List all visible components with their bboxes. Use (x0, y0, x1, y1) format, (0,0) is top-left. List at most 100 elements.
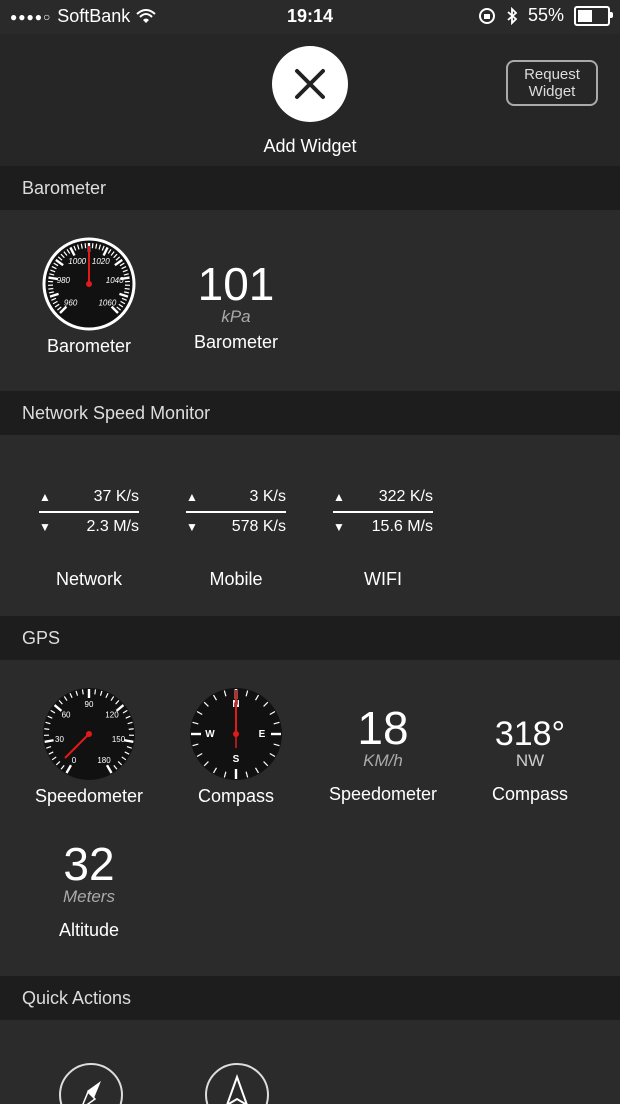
gauge-hub (233, 731, 239, 737)
widget-label: Compass (197, 786, 275, 806)
gauge-tick (44, 739, 54, 743)
compass-needle-icon (82, 1081, 101, 1104)
network-section-header: Network Speed Monitor (0, 391, 620, 435)
altitude-widget[interactable]: 32 Meters Altitude (16, 840, 162, 941)
speed-readout: ▲ 3 K/s ▼ 578 K/s (186, 485, 286, 539)
network-speed-widget[interactable]: ▲ 37 K/s ▼ 2.3 M/s Network (16, 485, 162, 590)
altitude-value: 32 (63, 838, 115, 890)
add-widget-label: Add Widget (263, 136, 357, 156)
request-widget-button[interactable]: Request Widget (506, 60, 598, 106)
gauge-tick (48, 287, 54, 290)
widget-label: Altitude (58, 920, 120, 940)
widget-label: WIFI (364, 569, 402, 589)
widget-label: Barometer (193, 332, 279, 352)
gauge-tick-label: 1040 (106, 276, 124, 285)
speedometer-gauge-icon: 0 30 60 90 120 150 180 (43, 688, 135, 780)
compass-letter: E (259, 729, 266, 740)
gauge-tick (44, 728, 50, 730)
mobile-speed-widget[interactable]: ▲ 3 K/s ▼ 578 K/s Mobile (163, 485, 309, 590)
pressure-unit: kPa (221, 307, 251, 326)
gauge-tick-label: 60 (62, 711, 71, 720)
barometer-section: 960 980 1000 1020 1040 1060 Barometer 101 kPa… (0, 210, 620, 390)
section-title: Barometer (22, 178, 107, 198)
widget-label: Network (55, 569, 122, 589)
download-speed: 2.3 M/s (86, 518, 139, 535)
gauge-tick-label: 960 (64, 298, 78, 307)
gauge-tick (94, 689, 97, 695)
bluetooth-icon (507, 6, 518, 25)
compass-gauge-widget[interactable]: NESW Compass (163, 686, 309, 807)
quick-actions-section (0, 1020, 620, 1104)
battery-percent: 55% (527, 5, 564, 25)
compass-value-widget[interactable]: 318° NW Compass (457, 716, 603, 805)
speed-unit: KM/h (363, 751, 403, 770)
speed-value-widget[interactable]: 18 KM/h Speedometer (310, 704, 456, 805)
download-arrow-icon: ▼ (186, 520, 198, 534)
gauge-tick (81, 689, 84, 695)
gauge-tick (128, 728, 134, 730)
heading-direction: NW (515, 751, 545, 770)
section-title: Quick Actions (22, 988, 132, 1008)
gauge-tick-label: 30 (55, 735, 64, 744)
speed-readout: ▲ 322 K/s ▼ 15.6 M/s (333, 485, 433, 539)
upload-speed: 3 K/s (249, 488, 286, 505)
compass-letter: S (233, 754, 240, 765)
navigation-arrow-icon (226, 1074, 248, 1104)
upload-arrow-icon: ▲ (39, 490, 51, 504)
download-speed: 15.6 M/s (371, 518, 433, 535)
download-arrow-icon: ▼ (39, 520, 51, 534)
quick-action-compass-button[interactable] (59, 1063, 123, 1104)
compass-letter: W (205, 729, 215, 740)
download-arrow-icon: ▼ (333, 520, 345, 534)
gauge-tick-label: 0 (72, 756, 77, 765)
barometer-value-widget[interactable]: 101 kPa Barometer (163, 260, 309, 353)
section-title: GPS (22, 628, 61, 648)
speed-readout: ▲ 37 K/s ▼ 2.3 M/s (39, 485, 139, 539)
close-button[interactable] (272, 46, 348, 122)
widget-label: Compass (491, 784, 569, 804)
gauge-tick (124, 739, 134, 743)
gauge-hub (86, 731, 92, 737)
barometer-gauge-icon: 960 980 1000 1020 1040 1060 (42, 237, 136, 331)
barometer-gauge-widget[interactable]: 960 980 1000 1020 1040 1060 Barometer (16, 236, 162, 357)
gauge-tick-label: 1000 (68, 257, 86, 266)
gps-section-header: GPS (0, 616, 620, 660)
widget-label: Barometer (46, 336, 132, 356)
widget-label: Mobile (209, 569, 263, 589)
quick-action-navigation-button[interactable] (205, 1063, 269, 1104)
upload-arrow-icon: ▲ (186, 490, 198, 504)
speedometer-gauge-widget[interactable]: 0 30 60 90 120 150 180 Speedometer (16, 686, 162, 807)
download-speed: 578 K/s (231, 518, 286, 535)
gauge-tick-label: 980 (57, 276, 71, 285)
orientation-lock-icon (478, 7, 495, 24)
compass-gauge-icon: NESW (190, 688, 282, 780)
pressure-value: 101 (197, 258, 275, 310)
gauge-tick-label: 1020 (92, 257, 110, 266)
quick-actions-section-header: Quick Actions (0, 976, 620, 1020)
gauge-tick-label: 120 (105, 711, 119, 720)
widget-label: Speedometer (328, 784, 438, 804)
request-widget-label: Request Widget (524, 66, 580, 100)
gauge-tick-label: 90 (85, 700, 94, 709)
network-section: ▲ 37 K/s ▼ 2.3 M/s Network ▲ 3 K/s ▼ 578 K/s… (0, 435, 620, 615)
barometer-section-header: Barometer (0, 166, 620, 210)
heading-value: 318° (494, 715, 566, 753)
status-bar: ●●●●○ SoftBank 19:14 55% (0, 0, 620, 34)
upload-speed: 322 K/s (378, 488, 433, 505)
gauge-tick-label: 180 (97, 756, 111, 765)
altitude-unit: Meters (63, 887, 115, 906)
gauge-hub (86, 281, 92, 287)
widget-label: Speedometer (34, 786, 144, 806)
header: Add Widget Request Widget (0, 34, 620, 166)
speed-value: 18 (357, 702, 409, 754)
gauge-tick-label: 150 (112, 735, 126, 744)
upload-speed: 37 K/s (93, 488, 139, 505)
upload-arrow-icon: ▲ (333, 490, 345, 504)
gauge-tick (124, 287, 130, 290)
battery-icon (574, 5, 613, 26)
section-title: Network Speed Monitor (22, 403, 211, 423)
close-icon (295, 69, 325, 99)
gps-section: 0306090120150180 Speedometer NESW Compas… (0, 660, 620, 975)
gauge-tick-label: 1060 (98, 298, 116, 307)
wifi-speed-widget[interactable]: ▲ 322 K/s ▼ 15.6 M/s WIFI (310, 485, 456, 590)
